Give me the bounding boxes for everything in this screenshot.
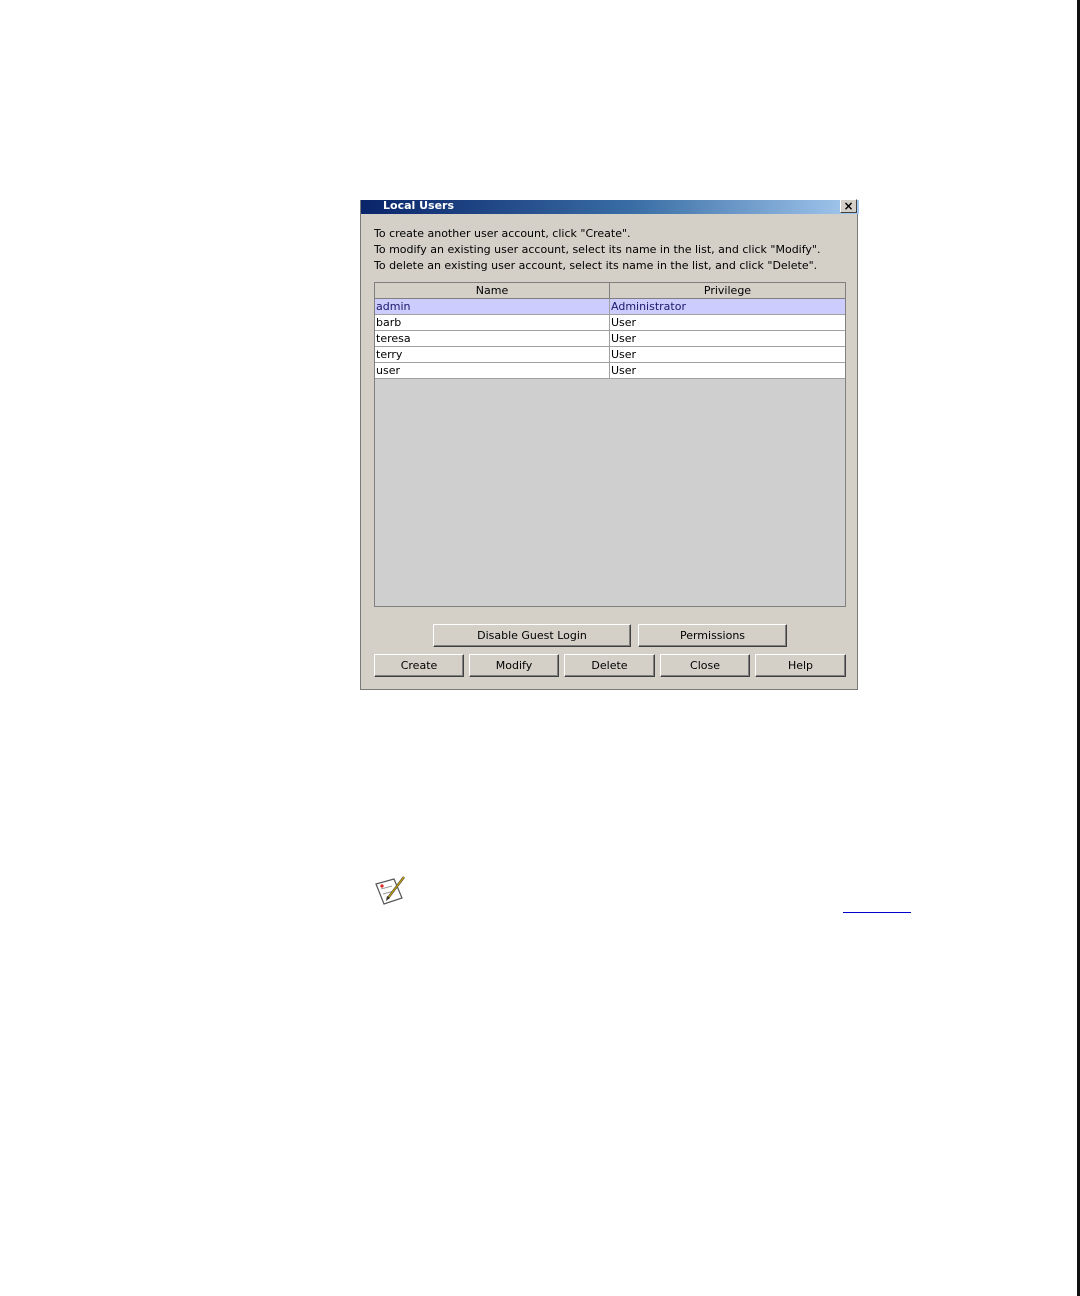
instructions: To create another user account, click "C…: [374, 226, 820, 274]
table-row[interactable]: terry User: [375, 347, 845, 363]
row-privilege-cell: User: [611, 364, 637, 377]
table-row[interactable]: barb User: [375, 315, 845, 331]
instruction-delete: To delete an existing user account, sele…: [374, 259, 818, 272]
row-privilege-cell: User: [611, 348, 637, 361]
table-row[interactable]: teresa User: [375, 331, 845, 347]
users-table: Name Privilege admin Administrator barb …: [374, 282, 846, 607]
row-name-cell: user: [375, 363, 610, 378]
delete-button[interactable]: Delete: [564, 654, 655, 677]
instruction-create: To create another user account, click "C…: [374, 227, 631, 240]
document-link[interactable]: [843, 898, 911, 913]
create-button[interactable]: Create: [374, 654, 464, 677]
table-row[interactable]: user User: [375, 363, 845, 379]
row-name-cell: terry: [375, 347, 610, 362]
column-header-privilege[interactable]: Privilege: [610, 283, 845, 298]
table-row[interactable]: admin Administrator: [375, 299, 845, 315]
row-privilege-cell: User: [611, 332, 637, 345]
row-name-cell: teresa: [375, 331, 610, 346]
note-pencil-icon: [374, 874, 408, 906]
column-header-name[interactable]: Name: [375, 283, 610, 298]
row-name-cell: barb: [375, 315, 610, 330]
modify-button[interactable]: Modify: [469, 654, 559, 677]
row-name-cell: admin: [375, 299, 610, 314]
title-bar[interactable]: Local Users ×: [361, 199, 859, 214]
dialog-title: Local Users: [383, 199, 455, 212]
table-header: Name Privilege: [375, 283, 845, 299]
help-button[interactable]: Help: [755, 654, 846, 677]
disable-guest-login-button[interactable]: Disable Guest Login: [433, 624, 631, 647]
local-users-dialog: Local Users × To create another user acc…: [360, 199, 859, 690]
close-button[interactable]: Close: [660, 654, 750, 677]
close-icon[interactable]: ×: [840, 199, 857, 213]
row-privilege-cell: Administrator: [611, 300, 686, 313]
permissions-button[interactable]: Permissions: [638, 624, 787, 647]
instruction-modify: To modify an existing user account, sele…: [374, 243, 821, 256]
row-privilege-cell: User: [611, 316, 637, 329]
